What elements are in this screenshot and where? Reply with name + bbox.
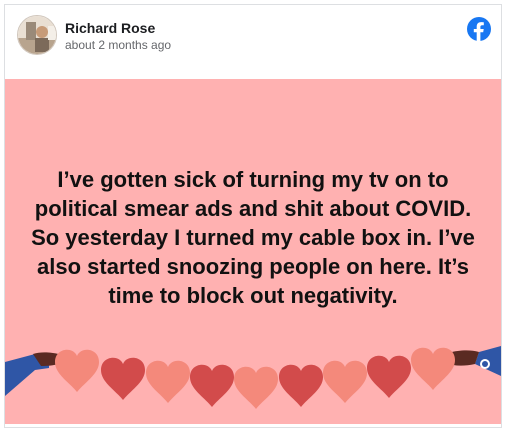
post-text: I’ve gotten sick of turning my tv on to … xyxy=(31,167,475,308)
post-timestamp[interactable]: about 2 months ago xyxy=(65,38,171,52)
post-background: I’ve gotten sick of turning my tv on to … xyxy=(5,79,501,424)
post-header: Richard Rose about 2 months ago xyxy=(5,5,501,79)
page-bottom xyxy=(0,428,521,433)
author-avatar[interactable] xyxy=(17,15,57,55)
author-name[interactable]: Richard Rose xyxy=(65,20,155,36)
post-card: Richard Rose about 2 months ago I’ve got… xyxy=(4,4,502,428)
hearts-garland-illustration xyxy=(5,334,501,424)
facebook-icon[interactable] xyxy=(467,17,491,41)
